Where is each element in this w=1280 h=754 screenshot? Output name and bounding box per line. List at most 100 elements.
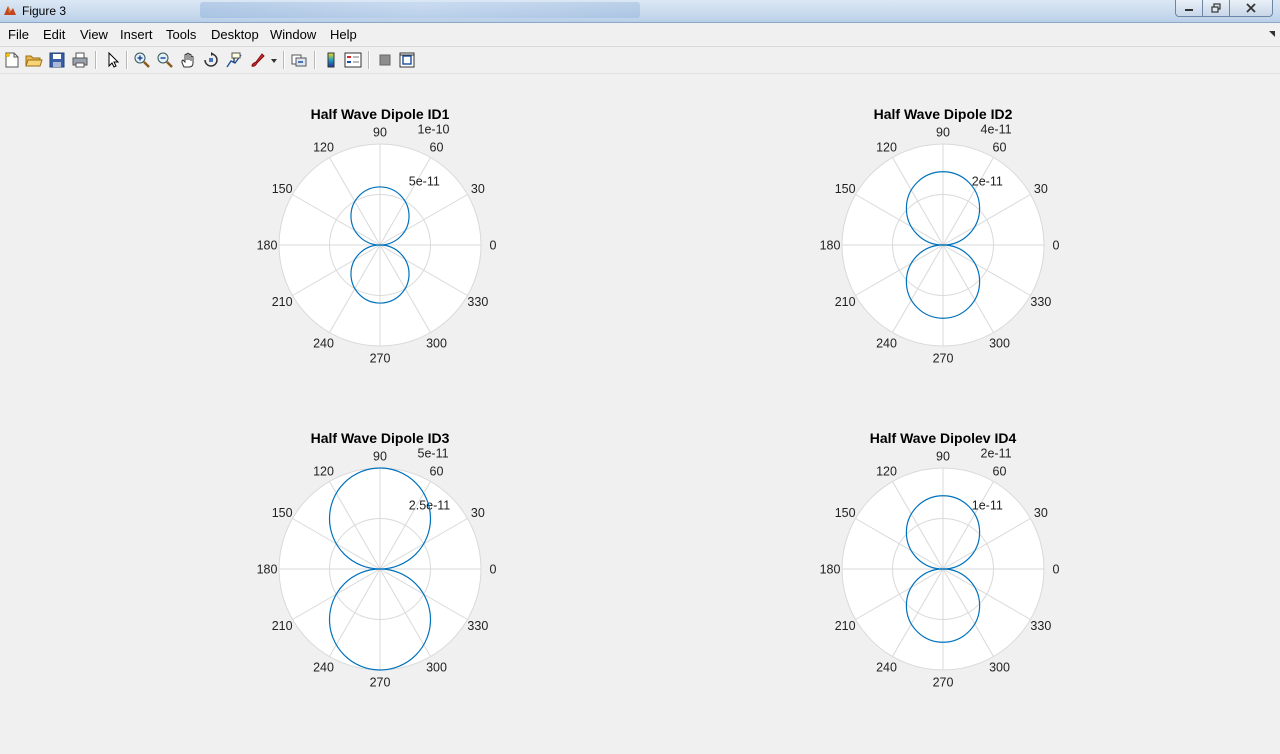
polar-axes-2[interactable]: 0 30 60 90 120 150 180 210 240 270 300 330 2e-11 4e-1… bbox=[820, 106, 1060, 366]
angle-tick-label: 90 bbox=[373, 450, 387, 464]
radial-tick-label: 1e-10 bbox=[418, 123, 450, 137]
menu-help[interactable]: Help bbox=[330, 27, 357, 42]
angle-tick-label: 240 bbox=[313, 660, 334, 674]
toolbar-separator bbox=[126, 51, 128, 69]
angle-tick-label: 30 bbox=[1034, 506, 1048, 520]
angle-tick-label: 210 bbox=[835, 619, 856, 633]
new-figure-icon[interactable] bbox=[3, 51, 21, 69]
close-window-button[interactable] bbox=[1229, 0, 1273, 17]
angle-tick-label: 330 bbox=[1030, 295, 1051, 309]
angle-tick-label: 150 bbox=[272, 506, 293, 520]
toolbar-separator bbox=[368, 51, 370, 69]
link-plot-icon[interactable] bbox=[290, 51, 308, 69]
angle-tick-label: 0 bbox=[1053, 239, 1060, 253]
restore-button[interactable] bbox=[1202, 0, 1230, 17]
angle-tick-label: 60 bbox=[993, 465, 1007, 479]
dock-arrow-icon[interactable] bbox=[1269, 31, 1275, 37]
toolbar-separator bbox=[314, 51, 316, 69]
angle-tick-label: 300 bbox=[989, 660, 1010, 674]
angle-tick-label: 240 bbox=[876, 660, 897, 674]
angle-tick-label: 60 bbox=[993, 141, 1007, 155]
angle-tick-label: 330 bbox=[467, 295, 488, 309]
angle-tick-label: 30 bbox=[471, 506, 485, 520]
legend-icon[interactable] bbox=[344, 51, 362, 69]
angle-tick-label: 180 bbox=[820, 239, 841, 253]
hide-plot-tools-icon[interactable] bbox=[376, 51, 394, 69]
menu-window[interactable]: Window bbox=[270, 27, 316, 42]
brush-dropdown-icon[interactable] bbox=[271, 59, 277, 63]
radial-tick-label: 5e-11 bbox=[409, 174, 440, 188]
angle-tick-label: 240 bbox=[313, 336, 334, 350]
angle-tick-label: 120 bbox=[313, 141, 334, 155]
menu-tools[interactable]: Tools bbox=[166, 27, 196, 42]
angle-tick-label: 270 bbox=[933, 352, 954, 366]
angle-tick-label: 210 bbox=[272, 619, 293, 633]
angle-tick-label: 270 bbox=[370, 352, 391, 366]
close-icon bbox=[1246, 3, 1256, 13]
polar-axes-3[interactable]: 03060901201501802102402703003302.5e-115e… bbox=[257, 430, 497, 690]
radial-tick-label: 1e-11 bbox=[972, 498, 1003, 512]
angle-tick-label: 90 bbox=[936, 126, 950, 140]
angle-tick-label: 60 bbox=[430, 465, 444, 479]
rotate-3d-icon[interactable] bbox=[202, 51, 220, 69]
title-bar-reflection bbox=[200, 2, 640, 18]
angle-tick-label: 30 bbox=[1034, 182, 1048, 196]
angle-tick-label: 180 bbox=[820, 563, 841, 577]
angle-tick-label: 60 bbox=[430, 141, 444, 155]
toolbar-separator bbox=[283, 51, 285, 69]
angle-tick-label: 90 bbox=[373, 126, 387, 140]
zoom-out-icon[interactable] bbox=[156, 51, 174, 69]
menu-file[interactable]: File bbox=[8, 27, 29, 42]
plot-title: Half Wave Dipole ID1 bbox=[311, 106, 450, 122]
figure-canvas[interactable]: 03060901201501802102402703003305e-111e-1… bbox=[0, 74, 1280, 754]
window-title: Figure 3 bbox=[22, 4, 67, 18]
angle-tick-label: 300 bbox=[426, 660, 447, 674]
restore-icon bbox=[1211, 3, 1221, 13]
angle-tick-label: 240 bbox=[876, 336, 897, 350]
menu-insert[interactable]: Insert bbox=[120, 27, 153, 42]
angle-tick-label: 330 bbox=[1030, 619, 1051, 633]
pan-hand-icon[interactable] bbox=[179, 51, 197, 69]
angle-tick-label: 330 bbox=[467, 619, 488, 633]
print-icon[interactable] bbox=[71, 51, 89, 69]
window-title-bar[interactable]: Figure 3 bbox=[0, 0, 1280, 23]
polar-axes-4[interactable]: 0 30 60 90 120 150 180 210 240 270 300 330 1e-11 2e-1… bbox=[820, 430, 1060, 690]
plot-title: Half Wave Dipolev ID4 bbox=[870, 430, 1017, 446]
angle-tick-label: 210 bbox=[835, 295, 856, 309]
angle-tick-label: 180 bbox=[257, 563, 278, 577]
brush-icon[interactable] bbox=[249, 51, 267, 69]
angle-tick-label: 120 bbox=[876, 141, 897, 155]
angle-tick-label: 90 bbox=[936, 450, 950, 464]
angle-tick-label: 300 bbox=[989, 336, 1010, 350]
radial-tick-label: 2e-11 bbox=[981, 447, 1012, 461]
open-file-icon[interactable] bbox=[25, 51, 43, 69]
menu-bar: File Edit View Insert Tools Desktop Wind… bbox=[0, 23, 1280, 47]
colorbar-icon[interactable] bbox=[322, 51, 340, 69]
data-cursor-icon[interactable] bbox=[225, 51, 243, 69]
menu-view[interactable]: View bbox=[80, 27, 108, 42]
zoom-in-icon[interactable] bbox=[133, 51, 151, 69]
angle-tick-label: 120 bbox=[313, 465, 334, 479]
plot-title: Half Wave Dipole ID2 bbox=[874, 106, 1013, 122]
angle-tick-label: 150 bbox=[835, 182, 856, 196]
angle-tick-label: 270 bbox=[370, 676, 391, 690]
edit-plot-arrow-icon[interactable] bbox=[104, 51, 122, 69]
toolbar-separator bbox=[95, 51, 97, 69]
figure-toolbar bbox=[0, 47, 1280, 74]
angle-tick-label: 270 bbox=[933, 676, 954, 690]
angle-tick-label: 0 bbox=[490, 239, 497, 253]
angle-tick-label: 300 bbox=[426, 336, 447, 350]
angle-tick-label: 0 bbox=[1053, 563, 1060, 577]
menu-desktop[interactable]: Desktop bbox=[211, 27, 259, 42]
matlab-figure-icon bbox=[4, 6, 16, 15]
angle-tick-label: 120 bbox=[876, 465, 897, 479]
angle-tick-label: 0 bbox=[490, 563, 497, 577]
menu-edit[interactable]: Edit bbox=[43, 27, 65, 42]
save-icon[interactable] bbox=[48, 51, 66, 69]
minimize-icon bbox=[1185, 9, 1193, 11]
polar-axes-1[interactable]: 0 30 60 90 120 150 180 210 240 270 300 330 5e-11 1e-1… bbox=[257, 106, 497, 366]
show-plot-tools-icon[interactable] bbox=[398, 51, 416, 69]
minimize-button[interactable] bbox=[1175, 0, 1203, 17]
angle-tick-label: 150 bbox=[835, 506, 856, 520]
radial-tick-label: 2e-11 bbox=[972, 174, 1003, 188]
